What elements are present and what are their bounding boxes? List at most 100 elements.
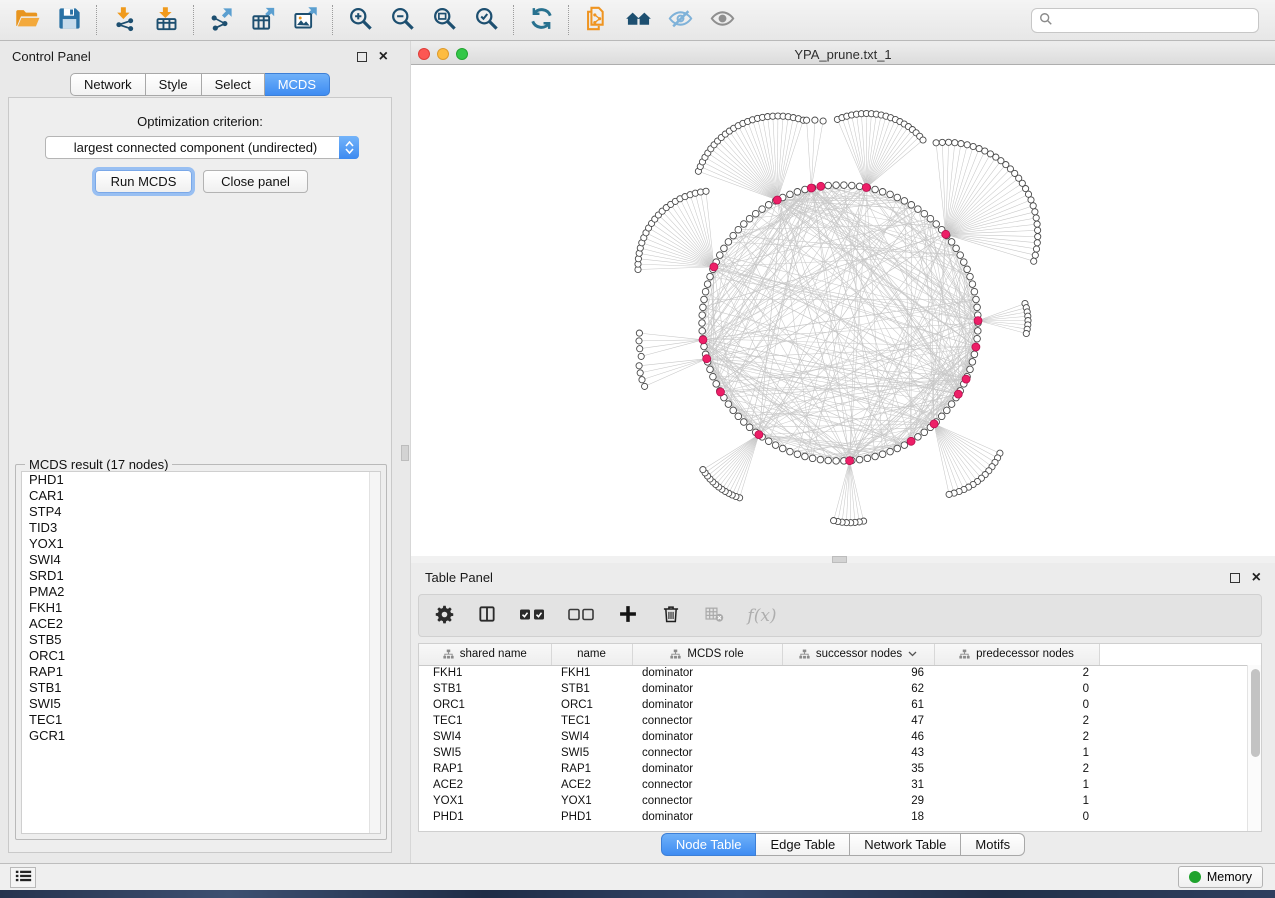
zoom-selected-button[interactable] — [471, 5, 501, 35]
table-cell: PHD1 — [419, 809, 551, 825]
select-all-checks-button[interactable] — [517, 603, 549, 629]
criterion-select[interactable]: largest connected component (undirected) — [45, 136, 359, 159]
mcds-node-item[interactable]: TEC1 — [22, 712, 380, 728]
mcds-node-item[interactable]: RAP1 — [22, 664, 380, 680]
network-window-titlebar[interactable]: YPA_prune.txt_1 — [411, 44, 1275, 65]
table-cell: connector — [632, 713, 782, 729]
table-row[interactable]: RAP1RAP1dominator352 — [419, 761, 1261, 777]
table-cell: 43 — [782, 745, 934, 761]
table-row[interactable]: PHD1PHD1dominator180 — [419, 809, 1261, 825]
table-panel: Table Panel × f(x) shared namenameMCDS r… — [411, 563, 1275, 863]
mcds-node-item[interactable]: SWI4 — [22, 552, 380, 568]
zoom-in-button[interactable] — [345, 5, 375, 35]
tab-network-table[interactable]: Network Table — [850, 833, 961, 856]
mcds-result-list[interactable]: PHD1CAR1STP4TID3YOX1SWI4SRD1PMA2FKH1ACE2… — [21, 471, 381, 834]
node-table[interactable]: shared namenameMCDS rolesuccessor nodesp… — [419, 644, 1261, 825]
tab-node-table[interactable]: Node Table — [661, 833, 757, 856]
table-row[interactable]: YOX1YOX1connector291 — [419, 793, 1261, 809]
clear-checks-button[interactable] — [566, 603, 598, 629]
vertical-divider[interactable] — [400, 41, 411, 863]
memory-label: Memory — [1207, 870, 1252, 884]
column-header-predecessor-nodes[interactable]: predecessor nodes — [934, 644, 1099, 665]
mcds-node-item[interactable]: SRD1 — [22, 568, 380, 584]
close-panel-icon[interactable]: × — [379, 52, 388, 62]
divider-thumb[interactable] — [401, 445, 409, 461]
column-type-icon — [443, 649, 454, 660]
export-network-button[interactable] — [206, 5, 236, 35]
mcds-node-item[interactable]: SWI5 — [22, 696, 380, 712]
mcds-node-item[interactable]: TID3 — [22, 520, 380, 536]
mcds-list-scrollbar[interactable] — [369, 472, 380, 833]
delete-column-button[interactable] — [658, 603, 684, 629]
tab-motifs[interactable]: Motifs — [961, 833, 1025, 856]
function-builder-button[interactable]: f(x) — [744, 603, 780, 629]
show-all-button[interactable] — [707, 5, 737, 35]
table-scroll-thumb[interactable] — [1251, 669, 1260, 757]
delete-table-button[interactable] — [701, 603, 727, 629]
save-session-button[interactable] — [54, 5, 84, 35]
tab-select[interactable]: Select — [202, 73, 265, 96]
duplicate-network-button[interactable] — [581, 5, 611, 35]
checked-boxes-icon — [519, 606, 547, 626]
table-cell: 1 — [934, 793, 1099, 809]
first-neighbors-button[interactable] — [623, 5, 653, 35]
mcds-node-item[interactable]: FKH1 — [22, 600, 380, 616]
table-row[interactable]: ORC1ORC1dominator610 — [419, 697, 1261, 713]
table-scrollbar[interactable] — [1247, 665, 1261, 831]
search-field[interactable] — [1031, 8, 1259, 33]
table-cell: 1 — [934, 745, 1099, 761]
import-network-button[interactable] — [109, 5, 139, 35]
mcds-node-item[interactable]: YOX1 — [22, 536, 380, 552]
mcds-node-item[interactable]: CAR1 — [22, 488, 380, 504]
table-cell: 2 — [934, 665, 1099, 681]
column-layout-button[interactable] — [474, 603, 500, 629]
mcds-node-item[interactable]: GCR1 — [22, 728, 380, 744]
memory-button[interactable]: Memory — [1178, 866, 1263, 888]
mcds-node-item[interactable]: PHD1 — [22, 472, 380, 488]
table-settings-button[interactable] — [431, 603, 457, 629]
hide-selected-button[interactable] — [665, 5, 695, 35]
mcds-node-item[interactable]: STB5 — [22, 632, 380, 648]
tab-mcds[interactable]: MCDS — [265, 73, 330, 96]
mcds-node-item[interactable]: ACE2 — [22, 616, 380, 632]
tab-style[interactable]: Style — [146, 73, 202, 96]
table-row[interactable]: FKH1FKH1dominator962 — [419, 665, 1261, 681]
zoom-out-button[interactable] — [387, 5, 417, 35]
network-canvas[interactable] — [411, 65, 1275, 556]
mcds-node-item[interactable]: PMA2 — [22, 584, 380, 600]
tab-edge-table[interactable]: Edge Table — [756, 833, 850, 856]
open-session-button[interactable] — [12, 5, 42, 35]
tab-network[interactable]: Network — [70, 73, 146, 96]
run-mcds-button[interactable]: Run MCDS — [95, 170, 192, 193]
zoom-fit-button[interactable] — [429, 5, 459, 35]
table-row[interactable]: SWI5SWI5connector431 — [419, 745, 1261, 761]
table-cell: 46 — [782, 729, 934, 745]
h-divider-thumb[interactable] — [832, 556, 847, 563]
mcds-node-item[interactable]: ORC1 — [22, 648, 380, 664]
horizontal-divider[interactable] — [411, 556, 1275, 563]
task-history-button[interactable] — [10, 867, 36, 888]
table-close-icon[interactable]: × — [1252, 573, 1261, 583]
mcds-node-item[interactable]: STB1 — [22, 680, 380, 696]
table-float-icon[interactable] — [1230, 573, 1240, 583]
add-column-button[interactable] — [615, 603, 641, 629]
float-panel-icon[interactable] — [357, 52, 367, 62]
refresh-layout-button[interactable] — [526, 5, 556, 35]
column-header-shared-name[interactable]: shared name — [419, 644, 551, 665]
export-table-button[interactable] — [248, 5, 278, 35]
export-image-button[interactable] — [290, 5, 320, 35]
table-cell: 2 — [934, 729, 1099, 745]
network-graph[interactable] — [411, 65, 1275, 556]
column-header-mcds-role[interactable]: MCDS role — [632, 644, 782, 665]
search-input[interactable] — [1058, 13, 1251, 28]
mcds-node-item[interactable]: STP4 — [22, 504, 380, 520]
table-row[interactable]: ACE2ACE2connector311 — [419, 777, 1261, 793]
table-row[interactable]: STB1STB1dominator620 — [419, 681, 1261, 697]
table-row[interactable]: SWI4SWI4dominator462 — [419, 729, 1261, 745]
close-panel-button[interactable]: Close panel — [203, 170, 308, 193]
table-row[interactable]: TEC1TEC1connector472 — [419, 713, 1261, 729]
table-cell: dominator — [632, 809, 782, 825]
import-table-button[interactable] — [151, 5, 181, 35]
column-header-name[interactable]: name — [551, 644, 632, 665]
column-header-successor-nodes[interactable]: successor nodes — [782, 644, 934, 665]
